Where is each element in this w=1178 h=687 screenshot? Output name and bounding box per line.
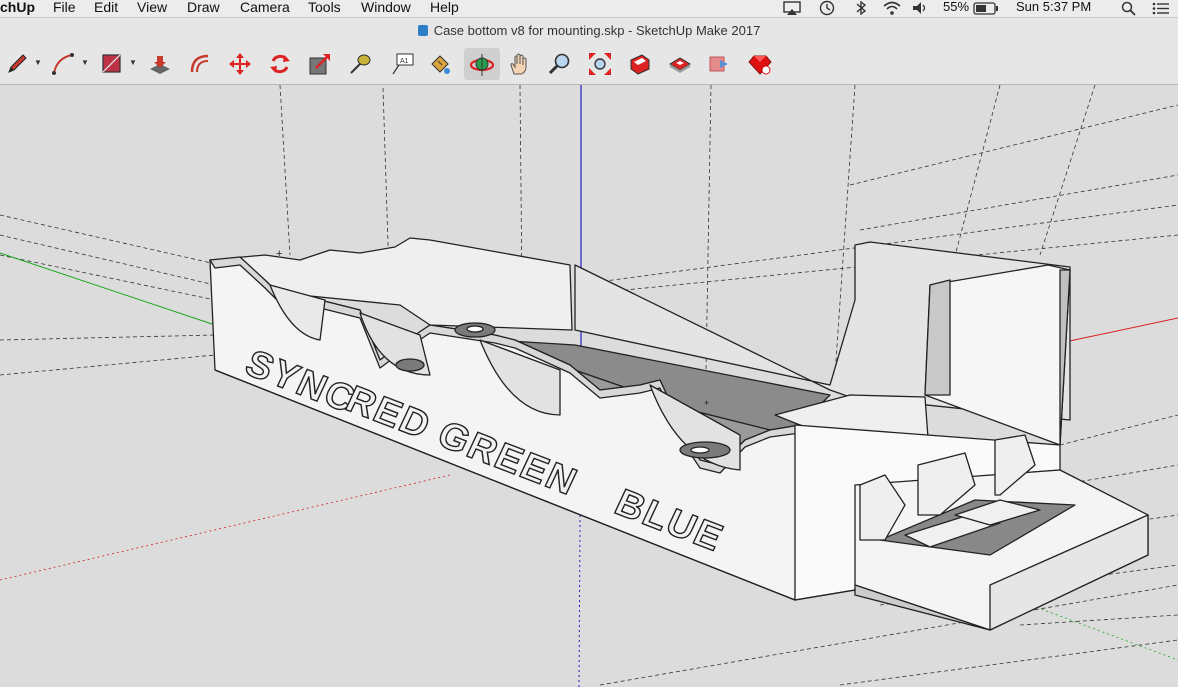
scale-tool-button[interactable] — [305, 48, 335, 80]
volume-icon[interactable] — [912, 1, 928, 15]
spotlight-search-icon[interactable] — [1121, 1, 1137, 16]
window-title: Case bottom v8 for mounting.skp - Sketch… — [433, 23, 761, 38]
extension-icon — [709, 56, 728, 72]
hand-icon — [510, 53, 527, 75]
green-axis — [0, 252, 216, 326]
ruby-tool-button[interactable] — [745, 48, 775, 80]
share-model-tool-button[interactable] — [665, 48, 695, 80]
window-title-bar: Case bottom v8 for mounting.skp - Sketch… — [0, 18, 1178, 44]
move-tool-button[interactable] — [225, 48, 255, 80]
menu-bar: chUp File Edit View Draw Camera Tools Wi… — [0, 0, 1178, 18]
rectangle-icon — [102, 54, 121, 73]
battery-percentage: 55% — [943, 0, 970, 14]
paint-icon — [431, 55, 450, 74]
menu-view[interactable]: View — [137, 0, 167, 15]
pencil-dropdown-chevron-icon[interactable]: ▼ — [34, 58, 42, 67]
paint-bucket-tool-button[interactable] — [425, 48, 455, 80]
magnifier-icon — [548, 53, 570, 75]
airplay-icon[interactable] — [783, 1, 801, 16]
extension-warehouse-tool-button[interactable] — [705, 48, 735, 80]
tape-measure-tool-button[interactable] — [345, 48, 375, 80]
zoom-extents-tool-button[interactable] — [585, 48, 615, 80]
red-axis-dashed — [0, 474, 451, 581]
orbit-tool-button[interactable] — [464, 48, 500, 80]
pencil-icon — [8, 54, 27, 73]
menu-camera[interactable]: Camera — [240, 0, 290, 15]
battery-icon[interactable] — [973, 2, 999, 15]
rectangle-tool-button[interactable] — [97, 48, 127, 80]
arc-tool-button[interactable] — [48, 48, 78, 80]
menu-edit[interactable]: Edit — [94, 0, 118, 15]
cursor-cross-icon: + — [276, 248, 282, 260]
tape-icon — [350, 54, 371, 74]
warehouse-icon — [630, 54, 650, 75]
orbit-icon — [469, 54, 495, 76]
warehouse-tool-button[interactable] — [625, 48, 655, 80]
cursor-dot-icon: + — [704, 398, 709, 408]
model-canvas[interactable]: SYNC RED GREEN BLUE + + — [0, 85, 1178, 687]
push-pull-icon — [150, 56, 170, 74]
move-icon — [229, 53, 251, 75]
text-icon: A1 — [392, 53, 414, 75]
menu-help[interactable]: Help — [430, 0, 459, 15]
offset-icon — [190, 54, 209, 73]
arc-dropdown-chevron-icon[interactable]: ▼ — [81, 58, 89, 67]
case-bottom-model[interactable] — [209, 237, 1149, 631]
document-icon — [417, 25, 428, 36]
rotate-icon — [270, 54, 290, 74]
ruby-icon — [748, 55, 772, 75]
push-pull-tool-button[interactable] — [145, 48, 175, 80]
zoom-tool-button[interactable] — [545, 48, 575, 80]
app-menu[interactable]: chUp — [0, 0, 35, 15]
pan-tool-button[interactable] — [505, 48, 535, 80]
pencil-tool-button[interactable] — [2, 48, 32, 80]
menu-clock[interactable]: Sun 5:37 PM — [1016, 0, 1091, 14]
wifi-icon[interactable] — [882, 0, 902, 16]
scale-icon — [309, 54, 330, 75]
arc-icon — [52, 53, 74, 75]
bluetooth-icon[interactable] — [855, 0, 867, 16]
offset-tool-button[interactable] — [185, 48, 215, 80]
time-machine-icon[interactable] — [818, 0, 836, 16]
model-viewport[interactable]: SYNC RED GREEN BLUE + + — [0, 85, 1178, 687]
rotate-tool-button[interactable] — [265, 48, 295, 80]
main-toolbar: ▼ ▼ ▼ A1 — [0, 44, 1178, 85]
share-model-icon — [669, 57, 691, 73]
red-axis — [1059, 317, 1178, 344]
menu-window[interactable]: Window — [361, 0, 411, 15]
zoom-extents-icon — [589, 53, 611, 75]
notification-center-icon[interactable] — [1152, 2, 1170, 15]
text-tool-button[interactable]: A1 — [388, 48, 418, 80]
menu-file[interactable]: File — [53, 0, 76, 15]
menu-draw[interactable]: Draw — [187, 0, 220, 15]
menu-tools[interactable]: Tools — [308, 0, 341, 15]
rectangle-dropdown-chevron-icon[interactable]: ▼ — [129, 58, 137, 67]
text-tool-glyph: A1 — [400, 58, 409, 65]
